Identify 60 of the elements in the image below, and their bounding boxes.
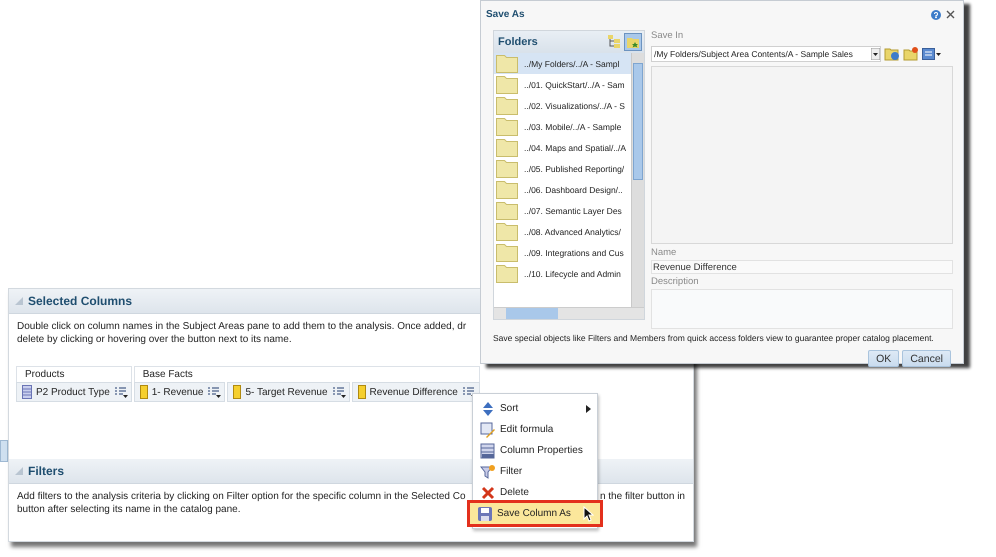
section-title: Filters — [28, 464, 64, 478]
help-text: n the filter button in — [600, 490, 685, 503]
side-panel-toggle[interactable] — [0, 440, 8, 462]
close-icon[interactable] — [946, 10, 955, 19]
dialog-button[interactable]: Cancel — [902, 350, 951, 367]
column-options-icon[interactable] — [207, 386, 222, 398]
folder-item[interactable]: ../My Folders/../A - Sampl — [494, 53, 631, 74]
filter-icon — [480, 464, 496, 480]
pane-title: Folders — [498, 36, 538, 48]
field-label: Name — [651, 247, 678, 260]
formula-icon — [480, 422, 496, 438]
column-properties-icon — [480, 442, 496, 458]
dialog-button[interactable]: OK — [868, 350, 900, 367]
measure-column-icon — [140, 385, 148, 399]
help-icon[interactable] — [931, 10, 941, 20]
scrollbar[interactable] — [494, 307, 644, 319]
save-icon — [477, 506, 493, 522]
column-name: Revenue Difference — [370, 386, 458, 398]
dialog-title: Save As — [486, 9, 525, 20]
column-item[interactable]: 1- Revenue — [134, 382, 226, 402]
attribute-column-icon — [22, 385, 32, 399]
submenu-arrow-icon — [586, 404, 591, 412]
column-item[interactable]: Revenue Difference — [352, 382, 480, 402]
folder-tree-icon[interactable] — [607, 35, 621, 49]
new-folder-icon[interactable] — [903, 47, 919, 61]
delete-icon — [480, 484, 496, 500]
column-name: P2 Product Type — [36, 386, 110, 398]
view-options-icon[interactable] — [922, 48, 942, 60]
column-item[interactable]: P2 Product Type — [16, 382, 132, 402]
field-label: Description — [651, 276, 700, 289]
help-text: Add filters to the analysis criteria by clicking on Filter option for the specific column in the Selected Co — [17, 490, 466, 503]
help-text: delete by clicking or hovering over the button next to its name. — [17, 333, 292, 346]
folder-up-icon[interactable] — [884, 47, 900, 61]
column-item[interactable]: 5- Target Revenue — [227, 382, 350, 402]
favorite-folder-icon[interactable] — [624, 33, 642, 51]
field-label: Save In — [651, 30, 684, 43]
menu-item[interactable]: Delete — [473, 482, 597, 503]
help-text: Double click on column names in the Subject Areas pane to add them to the analysis. Once added, dr — [17, 320, 466, 333]
measure-column-icon — [358, 385, 366, 399]
menu-item[interactable]: Column Properties — [473, 440, 597, 461]
column-name: 1- Revenue — [152, 386, 204, 398]
menu-item[interactable]: Filter — [473, 461, 597, 482]
sort-icon — [480, 400, 496, 416]
description-field[interactable] — [651, 289, 953, 329]
save-in-dropdown[interactable]: /My Folders/Subject Area Contents/A - Sample Sales — [651, 46, 881, 62]
note-text: Save special objects like Filters and Members from quick access folders view to guarantee proper catalog placement. — [493, 333, 934, 344]
help-text: button after selecting its name in the catalog pane. — [17, 503, 240, 516]
mouse-cursor-icon — [583, 506, 594, 522]
section-title: Selected Columns — [28, 294, 132, 308]
dropdown-arrow-icon — [871, 48, 880, 60]
measure-column-icon — [233, 385, 242, 399]
menu-item[interactable]: Save Column As — [470, 503, 600, 524]
column-group-header: Base Facts — [134, 366, 480, 382]
name-field[interactable]: Revenue Difference — [651, 260, 953, 274]
column-options-icon[interactable] — [332, 386, 346, 398]
menu-item[interactable]: Edit formula — [473, 419, 597, 440]
column-group-header: Products — [16, 366, 132, 382]
column-options-icon[interactable] — [114, 386, 128, 398]
column-name: 5- Target Revenue — [245, 386, 328, 398]
scrollbar[interactable] — [631, 53, 644, 307]
